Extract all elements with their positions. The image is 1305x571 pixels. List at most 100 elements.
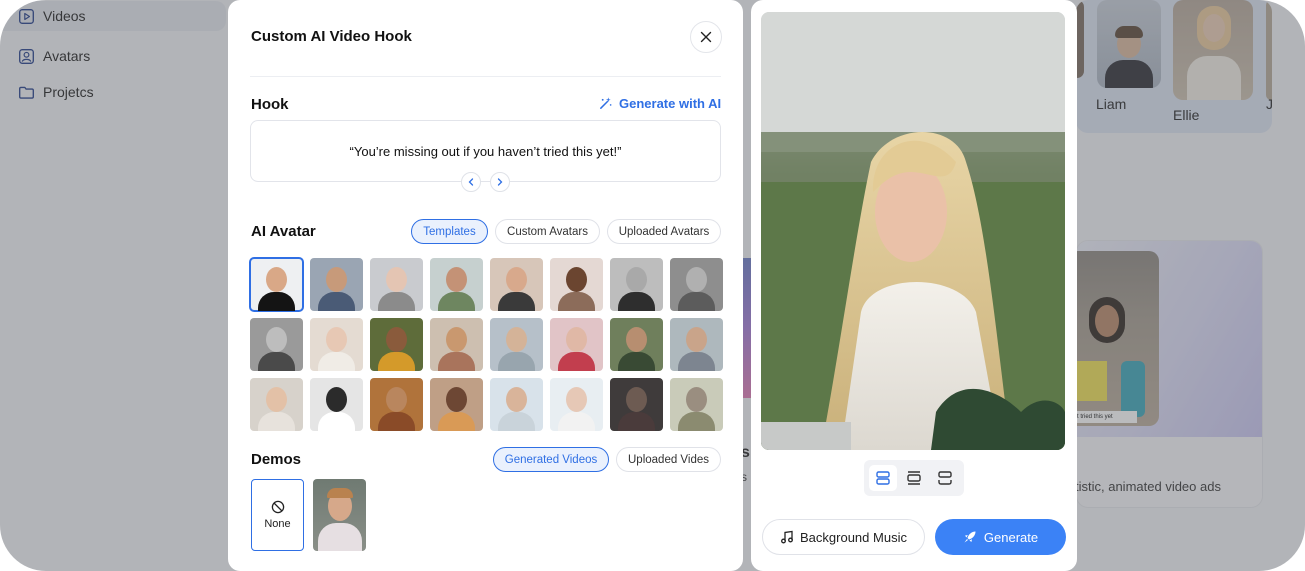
layout-split-icon: [937, 471, 952, 485]
avatar-template-tile[interactable]: [249, 257, 304, 312]
background-music-label: Background Music: [800, 529, 907, 545]
avatar-face: [326, 327, 347, 352]
avatar-body: [678, 412, 715, 431]
play-square-icon: [19, 8, 34, 24]
avatar-template-tile[interactable]: [370, 258, 423, 311]
avatar-body: [318, 412, 355, 431]
demos-title: Demos: [251, 451, 302, 468]
demo-video-thumbnail[interactable]: [313, 479, 366, 551]
avatar-face: [266, 267, 287, 292]
avatar-template-tile[interactable]: [550, 318, 603, 371]
sidebar-item-avatars[interactable]: Avatars: [18, 45, 90, 67]
avatar-face: [506, 267, 527, 292]
avatar-face: [626, 387, 647, 412]
ad-caption: t tried this yet: [1077, 411, 1137, 423]
preview-panel: Background Music Generate: [751, 0, 1077, 571]
avatar-template-tile[interactable]: [670, 318, 723, 371]
layout-option-center[interactable]: [900, 465, 928, 491]
chevron-right-icon: [497, 178, 503, 186]
avatar-face: [686, 327, 707, 352]
avatar-template-tile[interactable]: [550, 258, 603, 311]
avatar-template-tile[interactable]: [370, 318, 423, 371]
avatar-template-tile[interactable]: [490, 258, 543, 311]
avatar-face: [566, 267, 587, 292]
avatar-template-tile[interactable]: [370, 378, 423, 431]
layout-top-icon: [876, 471, 891, 485]
avatar-body: [258, 412, 295, 431]
avatar-template-tile[interactable]: [310, 318, 363, 371]
sidebar-item-projects[interactable]: Projetcs: [18, 81, 94, 103]
avatar-preview-image: [761, 12, 1065, 450]
ai-avatar-title: AI Avatar: [251, 223, 316, 240]
avatar-template-tile[interactable]: [490, 318, 543, 371]
avatar-face: [326, 267, 347, 292]
avatar-template-tile[interactable]: [670, 258, 723, 311]
avatar-name: Ellie: [1173, 107, 1200, 123]
avatar-body: [498, 292, 535, 311]
avatar-body: [558, 292, 595, 311]
avatar-body: [438, 292, 475, 311]
avatar-template-tile[interactable]: [430, 258, 483, 311]
divider: [250, 76, 721, 77]
close-button[interactable]: [690, 21, 722, 53]
tab-uploaded-videos[interactable]: Uploaded Vides: [616, 447, 721, 472]
avatar-body: [438, 352, 475, 371]
tab-generated-videos[interactable]: Generated Videos: [493, 447, 609, 472]
avatar-body: [258, 352, 295, 371]
ad-video-clip: t tried this yet: [1077, 251, 1159, 426]
avatar-thumbnail-ellie[interactable]: [1173, 0, 1253, 100]
background-avatar-strip: Liam Ellie J: [1076, 0, 1272, 133]
layout-toggle: [864, 460, 964, 496]
avatar-template-tile[interactable]: [430, 318, 483, 371]
close-icon: [700, 31, 712, 43]
layout-option-top[interactable]: [869, 465, 898, 491]
avatar-template-tile[interactable]: [610, 378, 663, 431]
avatar-template-tile[interactable]: [550, 378, 603, 431]
music-note-icon: [781, 530, 793, 544]
avatar-body: [678, 292, 715, 311]
avatar-template-tile[interactable]: [490, 378, 543, 431]
next-hook-button[interactable]: [490, 172, 510, 192]
demo-none-option[interactable]: None: [251, 479, 304, 551]
avatar-face: [386, 327, 407, 352]
avatar-thumbnail[interactable]: [1076, 0, 1084, 78]
avatar-template-tile[interactable]: [310, 258, 363, 311]
avatar-body: [378, 412, 415, 431]
ad-description: tistic, animated video ads: [1076, 479, 1221, 494]
avatar-face: [566, 327, 587, 352]
avatar-template-tile[interactable]: [430, 378, 483, 431]
avatar-face: [266, 387, 287, 412]
previous-hook-button[interactable]: [461, 172, 481, 192]
layout-option-split[interactable]: [931, 465, 959, 491]
avatar-face: [626, 267, 647, 292]
tab-templates[interactable]: Templates: [411, 219, 488, 244]
avatar-template-tile[interactable]: [250, 318, 303, 371]
generate-label: Generate: [983, 529, 1039, 545]
chevron-left-icon: [468, 178, 474, 186]
avatar-thumbnail-liam[interactable]: [1097, 0, 1161, 88]
avatar-template-tile[interactable]: [670, 378, 723, 431]
modal-title: Custom AI Video Hook: [251, 28, 412, 45]
tab-uploaded-avatars[interactable]: Uploaded Avatars: [607, 219, 721, 244]
sidebar-item-videos[interactable]: Videos: [0, 1, 226, 31]
avatar-thumbnail[interactable]: [1266, 0, 1272, 100]
avatar-template-tile[interactable]: [250, 378, 303, 431]
sidebar: Videos Avatars Projetcs: [0, 0, 230, 571]
hook-text-box[interactable]: “You’re missing out if you haven’t tried…: [250, 120, 721, 192]
avatar-template-tile[interactable]: [310, 378, 363, 431]
avatar-body: [558, 412, 595, 431]
avatar-name: J: [1266, 96, 1272, 112]
magic-wand-icon: [600, 97, 612, 109]
tab-custom-avatars[interactable]: Custom Avatars: [495, 219, 600, 244]
background-music-button[interactable]: Background Music: [762, 519, 925, 555]
sidebar-item-label: Projetcs: [43, 84, 94, 100]
rocket-icon: [964, 531, 976, 543]
generate-button[interactable]: Generate: [935, 519, 1066, 555]
generate-with-ai-button[interactable]: Generate with AI: [598, 96, 721, 111]
avatar-template-tile[interactable]: [610, 318, 663, 371]
avatar-face: [446, 387, 467, 412]
background-ad-card[interactable]: t tried this yet tistic, animated video …: [1076, 240, 1263, 508]
avatar-body: [618, 292, 655, 311]
avatar-template-tile[interactable]: [610, 258, 663, 311]
custom-hook-modal: Custom AI Video Hook Hook Generate with …: [228, 0, 743, 571]
